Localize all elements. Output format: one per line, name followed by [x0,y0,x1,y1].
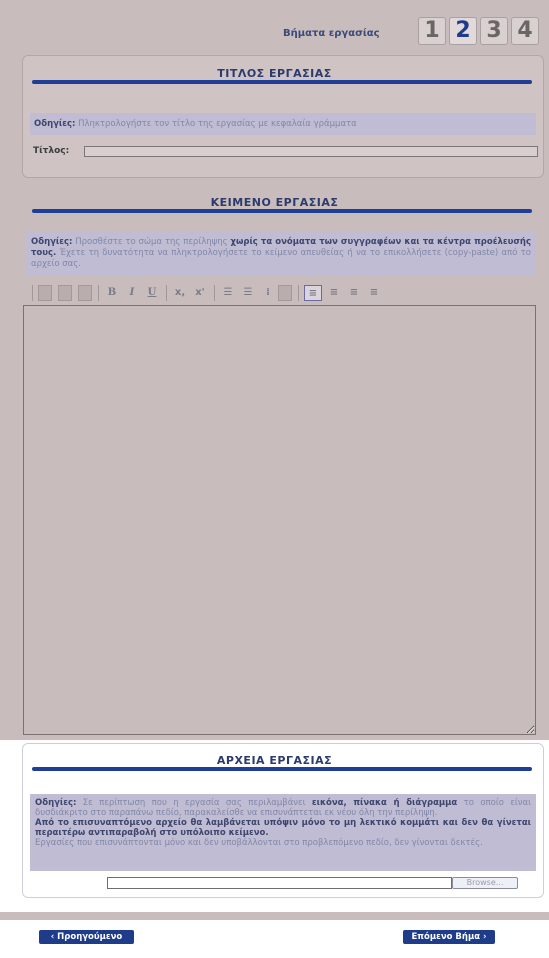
instructions-key: Οδηγίες: [34,119,76,129]
underline-button[interactable]: U [144,285,160,301]
cut-icon[interactable] [38,285,52,301]
bold-button[interactable]: B [104,285,120,301]
instructions-text: Έχετε τη δυνατότητα να πληκτρολογήσετε τ… [31,248,532,269]
footer-band [0,912,549,920]
superscript-button[interactable]: x' [192,285,208,301]
files-section-heading: ΑΡΧΕΙΑ ΕΡΓΑΣΙΑΣ [216,754,333,767]
toolbar-separator [214,285,215,301]
step-2[interactable]: 2 [449,17,477,45]
step-4[interactable]: 4 [511,17,539,45]
previous-step-button[interactable]: ‹ Προηγούμενο Βήμα [39,930,134,956]
ordered-list-icon[interactable]: ☰ [220,285,236,301]
text-instructions: Οδηγίες: Προσθέστε το σώμα της περίληψης… [26,231,536,275]
align-left-icon[interactable]: ≡ [304,285,322,301]
indent-icon[interactable] [278,285,292,301]
title-instructions: Οδηγίες: Πληκτρολογήστε τον τίτλο της ερ… [30,113,536,135]
paste-icon[interactable] [78,285,92,301]
next-step-button[interactable]: Επόμενο Βήμα › [403,930,495,944]
text-editor[interactable] [23,305,536,735]
text-section-heading: ΚΕΙΜΕΝΟ ΕΡΓΑΣΙΑΣ [210,196,339,209]
align-justify-icon[interactable]: ≡ [366,285,382,301]
align-center-icon[interactable]: ≡ [326,285,342,301]
title-input[interactable] [84,146,538,157]
step-3[interactable]: 3 [480,17,508,45]
step-1[interactable]: 1 [418,17,446,45]
toolbar-separator [32,285,33,301]
toolbar-separator [298,285,299,301]
align-right-icon[interactable]: ≡ [346,285,362,301]
files-instructions: Οδηγίες: Σε περίπτωση που η εργασία σας … [30,794,536,871]
instructions-text: Πληκτρολογήστε τον τίτλο της εργασίας με… [78,119,357,129]
title-heading-rule [32,80,532,84]
instructions-emphasis: Από το επισυναπτόμενο αρχείο θα λαμβάνετ… [35,818,531,838]
instructions-text: Προσθέστε το σώμα της περίληψης [75,237,228,247]
file-path-field[interactable] [107,877,452,889]
editor-toolbar: B I U x, x' ☰ ☰ ⁞ ≡ ≡ ≡ ≡ [20,281,534,305]
copy-icon[interactable] [58,285,72,301]
instructions-key: Οδηγίες: [35,798,77,808]
title-section-heading: ΤΙΤΛΟΣ ΕΡΓΑΣΙΑΣ [217,67,332,80]
files-heading-rule [32,767,532,771]
unordered-list-icon[interactable]: ☰ [240,285,256,301]
title-field-label: Τίτλος: [33,146,70,156]
text-heading-rule [32,209,532,213]
toolbar-separator [98,285,99,301]
browse-button[interactable]: Browse... [452,877,518,889]
steps-label: Βήματα εργασίας [283,28,380,39]
instructions-emphasis: εικόνα, πίνακα ή διάγραμμα [311,798,458,808]
italic-button[interactable]: I [124,285,140,301]
instructions-text: Εργασίες που επισυνάπτονται μόνο και δεν… [35,838,483,848]
toolbar-separator [166,285,167,301]
outdent-icon[interactable]: ⁞ [260,285,276,301]
instructions-key: Οδηγίες: [31,237,73,247]
subscript-button[interactable]: x, [172,285,188,301]
instructions-text: Σε περίπτωση που η εργασία σας περιλαμβά… [82,798,306,808]
